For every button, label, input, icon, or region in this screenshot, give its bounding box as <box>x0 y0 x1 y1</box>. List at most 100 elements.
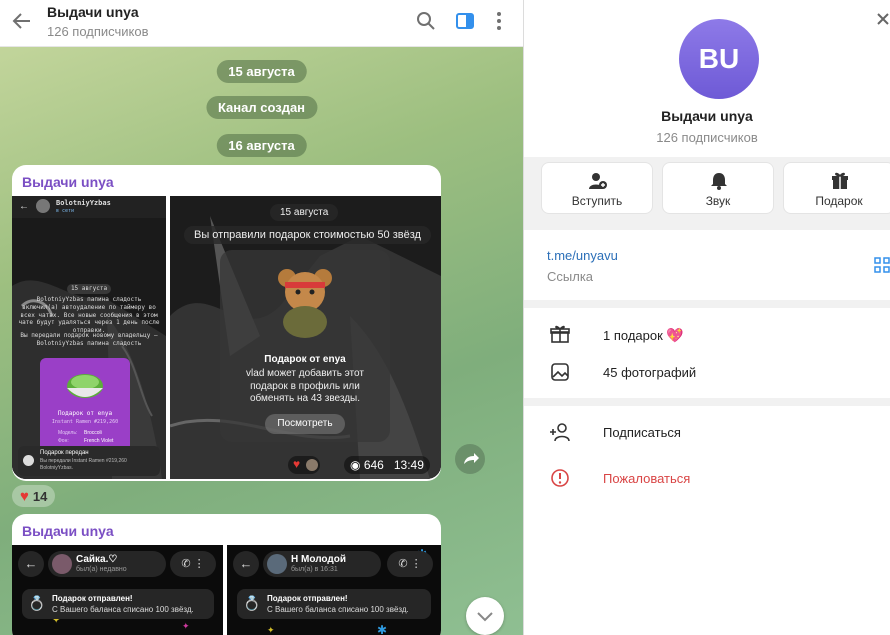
confetti: ✦ <box>182 621 190 631</box>
shot-status: в сети <box>56 208 75 214</box>
transfer-title: Подарок передан <box>40 450 89 456</box>
join-button[interactable]: Вступить <box>541 162 653 214</box>
report-icon <box>551 469 569 487</box>
gift-card: Подарок от enya Instant Ramen #219,260 М… <box>40 358 130 456</box>
transfer-text: Вы передали Instant Ramen #219,260 <box>40 458 127 464</box>
confetti: ✦ <box>267 625 275 635</box>
gift-label: Подарок <box>815 194 863 208</box>
service-message: Канал создан <box>205 96 318 119</box>
avatar <box>52 554 72 574</box>
scroll-down-button[interactable] <box>466 597 504 635</box>
sound-button[interactable]: Звук <box>662 162 774 214</box>
add-user-icon <box>589 173 607 189</box>
photo-icon <box>551 363 569 381</box>
heart-icon: ♥ <box>293 457 301 471</box>
channel-post[interactable]: Выдачи unya ✦ ✱ ✦ ← Сайка.♡ был(а) недав… <box>12 514 441 635</box>
gift-sent-text: С Вашего баланса списано 100 звёзд. <box>267 605 409 614</box>
gift-title-text: Подарок от <box>264 354 321 365</box>
gift-title: Подарок от enya <box>220 354 390 365</box>
confetti: ✱ <box>377 623 388 635</box>
post-channel-name[interactable]: Выдачи unya <box>22 174 114 190</box>
gift-sent-title: Подарок отправлен! <box>52 594 133 603</box>
photos-count[interactable]: 45 фотографий <box>603 365 696 380</box>
channel-avatar[interactable]: BU <box>679 19 759 99</box>
gift-icon <box>832 172 848 189</box>
side-panel-icon[interactable] <box>454 10 476 32</box>
channel-subscribers: 126 подписчиков <box>656 130 758 145</box>
shot-date: 15 августа <box>270 204 339 221</box>
gift-bg-value: French Violet <box>84 438 114 444</box>
view-gift-button[interactable]: Посмотреть <box>265 414 345 434</box>
post-channel-name[interactable]: Выдачи unya <box>22 523 114 539</box>
gifts-row[interactable]: 1 подарок 💖 <box>603 327 684 344</box>
reaction-chip[interactable]: ♥ 14 <box>12 485 56 507</box>
gift-sent-title: Подарок отправлен! <box>267 594 348 603</box>
subscribe-row[interactable]: Подписаться <box>603 425 681 440</box>
shot-sent-text: Вы отправили подарок стоимостью 50 звёзд <box>184 226 431 244</box>
shot-contact-name: Сайка.♡ <box>76 554 118 565</box>
teddy-bear-icon <box>278 269 332 338</box>
gift-from: Подарок от enya <box>57 410 113 417</box>
avatar <box>306 459 318 471</box>
shot-service-text: BolotniyYzbas папина сладость включил(а)… <box>18 296 160 335</box>
qr-code-icon[interactable] <box>874 257 890 273</box>
heart-gift-icon: 💖 <box>666 327 684 343</box>
ring-icon: 💍 <box>243 595 261 611</box>
shot-contact-name: Н Молодой <box>291 554 346 565</box>
back-arrow-icon[interactable] <box>10 9 34 33</box>
add-user-icon <box>550 423 570 442</box>
back-arrow-icon: ← <box>233 551 259 577</box>
post-reactions-mini[interactable]: ♥ <box>288 456 320 474</box>
gift-text: vlad может добавить этот подарок в профи… <box>246 368 364 404</box>
date-pill: 16 августа <box>216 134 307 157</box>
chevron-down-icon <box>477 612 493 622</box>
gift-sent-notice: 💍 Подарок отправлен! С Вашего баланса сп… <box>237 589 431 619</box>
post-time: 13:49 <box>393 458 424 472</box>
shot-chat-header: Сайка.♡ был(а) недавно <box>48 551 166 577</box>
shot-service-text: Вы передали подарок новому владельцу — B… <box>20 332 158 347</box>
shot-header: ← BolotniyYzbas в сети <box>12 196 166 218</box>
avatar <box>267 554 287 574</box>
ring-icon: 💍 <box>28 595 46 611</box>
shot-username: BolotniyYzbas <box>56 199 111 207</box>
post-meta: ◉ 646 13:49 <box>344 456 430 474</box>
search-icon[interactable] <box>415 10 437 32</box>
reaction-count: 14 <box>32 488 48 504</box>
shot-contact-status: был(а) недавно <box>76 566 127 573</box>
section-separator <box>524 300 890 308</box>
profile-panel: BU Выдачи unya 126 подписчиков Вступить … <box>524 0 890 635</box>
post-photo[interactable]: ✦ ✱ ✦ ← Сайка.♡ был(а) недавно ✆ ⋮ 💍 Под… <box>12 545 223 635</box>
gift-title-user: enya <box>322 354 346 365</box>
call-icon: ✆ ⋮ <box>387 551 433 577</box>
share-button[interactable] <box>455 444 485 474</box>
channel-link[interactable]: t.me/unyavu <box>547 248 618 263</box>
sound-label: Звук <box>705 194 731 208</box>
check-icon <box>23 455 34 466</box>
post-photo[interactable]: ← BolotniyYzbas в сети 15 августа Bolotn… <box>12 196 166 479</box>
shot-date: 15 августа <box>67 284 111 294</box>
share-icon <box>464 453 479 464</box>
chat-area: 15 августа Канал создан 16 августа Выдач… <box>0 0 523 635</box>
gift-bg-label: Фон: <box>58 438 69 444</box>
ramen-bowl-icon <box>67 374 103 398</box>
chat-title[interactable]: Выдачи unya <box>47 4 139 20</box>
section-separator <box>524 398 890 406</box>
post-photo[interactable]: ✱ ✱ ✦ ← Н Молодой был(а) в 16:31 ✆ ⋮ 💍 П… <box>227 545 441 635</box>
report-row[interactable]: Пожаловаться <box>603 471 690 486</box>
gift-message: Подарок от enya vlad может добавить этот… <box>220 250 390 442</box>
back-arrow-icon: ← <box>19 201 29 212</box>
post-photo[interactable]: 15 августа Вы отправили подарок стоимост… <box>170 196 441 479</box>
close-icon[interactable] <box>876 12 890 26</box>
gift-model-label: Модель: <box>58 430 78 436</box>
transfer-notice: Подарок передан Вы передали Instant Rame… <box>18 446 160 476</box>
date-pill: 15 августа <box>216 60 307 83</box>
transfer-user: BolotniyYzbas. <box>40 465 74 471</box>
join-label: Вступить <box>571 194 623 208</box>
channel-post[interactable]: Выдачи unya ← BolotniyYzbas в сети 15 ав… <box>12 165 441 481</box>
call-icon: ✆ ⋮ <box>170 551 216 577</box>
channel-link-caption: Ссылка <box>547 269 594 284</box>
gift-name: Instant Ramen #219,260 <box>51 419 119 425</box>
gift-sent-notice: 💍 Подарок отправлен! С Вашего баланса сп… <box>22 589 214 619</box>
gift-button[interactable]: Подарок <box>783 162 890 214</box>
more-icon[interactable] <box>488 10 510 32</box>
